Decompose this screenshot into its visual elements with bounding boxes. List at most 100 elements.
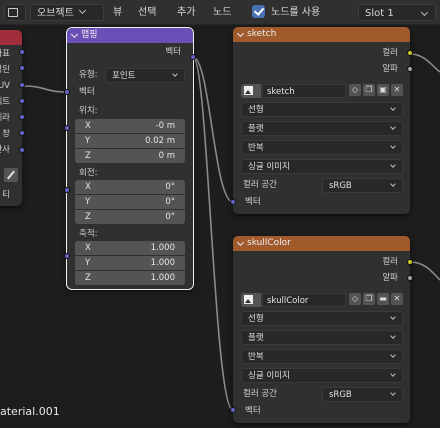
sketch-vector-socket[interactable] bbox=[230, 199, 236, 205]
menu-view[interactable]: 뷰 bbox=[113, 4, 122, 21]
node-header bbox=[0, 30, 22, 45]
image-icon[interactable] bbox=[241, 293, 261, 307]
link-uv-to-mapping bbox=[23, 85, 68, 93]
socket-generated[interactable] bbox=[19, 49, 25, 55]
chevron-down-icon bbox=[390, 143, 396, 149]
chevron-down-icon bbox=[390, 333, 396, 339]
colorspace-dropdown[interactable]: sRGB bbox=[322, 387, 403, 402]
duplicate-icon[interactable]: ❐ bbox=[363, 84, 375, 96]
output-alpha: 알파 bbox=[382, 273, 398, 283]
socket-camera[interactable] bbox=[19, 114, 25, 120]
chevron-down-icon bbox=[390, 371, 396, 377]
output-reflection: 반사 bbox=[0, 145, 10, 155]
link-sketch-out bbox=[409, 53, 440, 73]
menu-select[interactable]: 선택 bbox=[138, 4, 156, 21]
eyedropper-icon[interactable] bbox=[4, 168, 18, 182]
output-normal: 생성된 bbox=[0, 65, 10, 75]
menu-node[interactable]: 노드 bbox=[213, 4, 231, 21]
shield-icon[interactable]: ◇ bbox=[349, 293, 361, 305]
source-dropdown[interactable]: 싱글 이미지 bbox=[241, 368, 403, 383]
close-icon[interactable]: ✕ bbox=[391, 84, 403, 96]
chevron-down-icon bbox=[78, 6, 86, 15]
skull-alpha-socket[interactable] bbox=[407, 275, 413, 281]
checkbox-icon bbox=[252, 4, 265, 18]
mapping-output-vector: 벡터 bbox=[165, 47, 181, 57]
skull-color-socket[interactable] bbox=[407, 259, 413, 265]
input-vector: 벡터 bbox=[245, 197, 261, 207]
location-socket[interactable] bbox=[64, 125, 70, 131]
location-x-field[interactable]: X -0 m bbox=[75, 119, 185, 133]
source-dropdown[interactable]: 싱글 이미지 bbox=[241, 159, 403, 174]
output-uv: UV bbox=[0, 81, 10, 91]
image-node-header[interactable]: sketch bbox=[233, 27, 410, 42]
projection-dropdown[interactable]: 플랫 bbox=[241, 121, 403, 136]
editor-type-button[interactable] bbox=[4, 4, 26, 21]
chevron-down-icon bbox=[420, 8, 429, 17]
rotation-y-field[interactable]: Y 0° bbox=[75, 195, 185, 209]
object-mode-dropdown[interactable]: 오브젝트 bbox=[30, 4, 104, 21]
editor-type-icon bbox=[8, 8, 18, 17]
mapping-type-dropdown[interactable]: 포인트 bbox=[105, 68, 185, 83]
rotation-z-field[interactable]: Z 0° bbox=[75, 210, 185, 224]
scale-socket[interactable] bbox=[64, 253, 70, 259]
colorspace-label: 컬러 공간 bbox=[243, 389, 277, 399]
mapping-output-socket[interactable] bbox=[190, 54, 196, 60]
extension-dropdown[interactable]: 반복 bbox=[241, 349, 403, 364]
image-name-field[interactable]: sketch bbox=[262, 84, 346, 98]
rotation-x-field[interactable]: X 0° bbox=[75, 180, 185, 194]
output-tail: 티 bbox=[2, 190, 10, 200]
scale-z-field[interactable]: Z 1.000 bbox=[75, 271, 185, 285]
extension-dropdown[interactable]: 반복 bbox=[241, 140, 403, 155]
rotation-socket[interactable] bbox=[64, 187, 70, 193]
mapping-node-header[interactable]: 맵핑 bbox=[67, 28, 193, 43]
close-icon[interactable]: ✕ bbox=[391, 293, 403, 305]
folder-icon[interactable]: ▬ bbox=[377, 293, 389, 305]
socket-uv[interactable] bbox=[19, 82, 25, 88]
mapping-node[interactable]: 맵핑 벡터 유형: 포인트 벡터 위치: X -0 m Y 0.02 m Z0 m … bbox=[66, 27, 194, 290]
colorspace-dropdown[interactable]: sRGB bbox=[322, 178, 403, 193]
chevron-down-icon bbox=[390, 181, 396, 187]
image-texture-node-skullcolor[interactable]: skullColor 컬러 알파 skullColor ◇ ❐ ▬ ✕ 선형 플… bbox=[233, 236, 410, 423]
mapping-input-vector: 벡터 bbox=[79, 87, 95, 97]
socket-window[interactable] bbox=[19, 130, 25, 136]
skull-vector-socket[interactable] bbox=[230, 407, 236, 413]
sketch-alpha-socket[interactable] bbox=[407, 66, 413, 72]
scale-label: 축적: bbox=[79, 229, 98, 239]
output-generated: 좌표 bbox=[0, 49, 10, 59]
output-object: 오브젝트 bbox=[0, 97, 10, 107]
image-name-field[interactable]: skullColor bbox=[262, 293, 346, 307]
mapping-type-label: 유형: bbox=[79, 70, 98, 80]
menu-add[interactable]: 추가 bbox=[177, 4, 195, 21]
node-editor-header: 오브젝트 뷰 선택 추가 노드 노드를 사용 Slot 1 bbox=[0, 0, 440, 25]
scale-x-field[interactable]: X 1.000 bbox=[75, 241, 185, 255]
slot-dropdown[interactable]: Slot 1 bbox=[358, 4, 436, 21]
socket-object[interactable] bbox=[19, 98, 25, 104]
location-y-field[interactable]: Y 0.02 m bbox=[75, 134, 185, 148]
socket-reflection[interactable] bbox=[19, 147, 25, 153]
image-icon[interactable] bbox=[241, 84, 261, 98]
sketch-color-socket[interactable] bbox=[407, 50, 413, 56]
chevron-down-icon bbox=[390, 124, 396, 130]
material-name-label: aterial.001 bbox=[0, 405, 60, 418]
pack-icon[interactable]: ▣ bbox=[377, 84, 389, 96]
interpolation-dropdown[interactable]: 선형 bbox=[241, 102, 403, 117]
rotation-label: 회전: bbox=[79, 168, 98, 178]
use-nodes-toggle[interactable]: 노드를 사용 bbox=[252, 4, 320, 21]
image-texture-node-sketch[interactable]: sketch 컬러 알파 sketch ◇ ❐ ▣ ✕ 선형 플랫 반복 싱글 … bbox=[233, 27, 410, 214]
chevron-down-icon bbox=[172, 71, 178, 77]
socket-normal[interactable] bbox=[19, 65, 25, 71]
shield-icon[interactable]: ◇ bbox=[349, 84, 361, 96]
location-z-field[interactable]: Z0 m bbox=[75, 149, 185, 163]
chevron-down-icon bbox=[390, 352, 396, 358]
link-mapping-to-sketch bbox=[192, 56, 234, 203]
mapping-input-socket[interactable] bbox=[64, 89, 70, 95]
projection-dropdown[interactable]: 플랫 bbox=[241, 330, 403, 345]
image-selector[interactable]: skullColor ◇ ❐ ▬ ✕ bbox=[241, 293, 403, 307]
interpolation-dropdown[interactable]: 선형 bbox=[241, 311, 403, 326]
image-selector[interactable]: sketch ◇ ❐ ▣ ✕ bbox=[241, 84, 403, 98]
colorspace-label: 컬러 공간 bbox=[243, 180, 277, 190]
output-alpha: 알파 bbox=[382, 64, 398, 74]
duplicate-icon[interactable]: ❐ bbox=[363, 293, 375, 305]
image-node-header[interactable]: skullColor bbox=[233, 236, 410, 251]
scale-y-field[interactable]: Y 1.000 bbox=[75, 256, 185, 270]
